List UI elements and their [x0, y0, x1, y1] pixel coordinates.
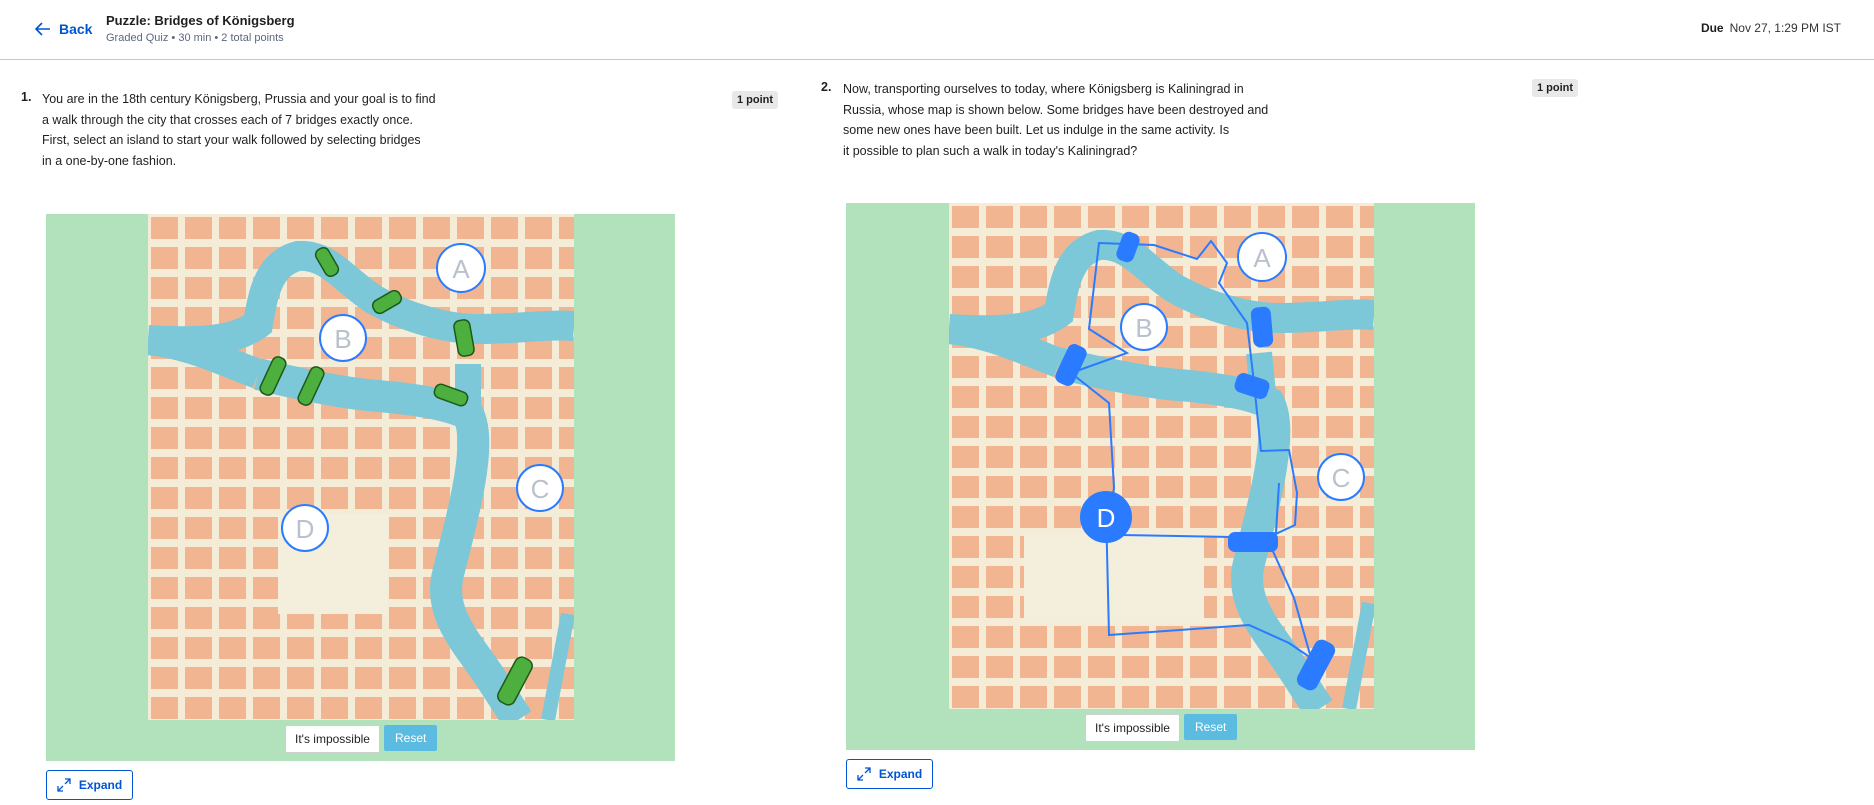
island-d-selected[interactable]: D	[1080, 491, 1132, 543]
svg-text:C: C	[1332, 463, 1351, 493]
question-2-prompt: Now, transporting ourselves to today, wh…	[843, 82, 1269, 158]
question-2-impossible-button[interactable]: It's impossible	[1085, 714, 1180, 742]
due-label: Due	[1700, 21, 1724, 35]
question-1-button-row: It's impossible Reset	[285, 725, 438, 753]
question-2-button-row: It's impossible Reset	[1085, 714, 1238, 742]
question-1-text: You are in the 18th century Königsberg, …	[42, 89, 462, 171]
expand-icon	[57, 778, 71, 792]
back-label: Back	[59, 21, 93, 37]
question-1-points-badge: 1 point	[732, 91, 779, 109]
top-header: Back Puzzle: Bridges of Königsberg Grade…	[0, 0, 1874, 60]
svg-text:B: B	[1135, 313, 1152, 343]
question-1-prompt: You are in the 18th century Königsberg, …	[42, 92, 436, 168]
svg-text:A: A	[452, 254, 470, 284]
arrow-left-icon	[34, 22, 50, 36]
question-2-expand-label: Expand	[878, 767, 923, 781]
question-2-points-badge: 1 point	[1532, 79, 1579, 97]
back-button[interactable]: Back	[34, 18, 92, 40]
question-1-number: 1.	[21, 90, 32, 104]
svg-text:A: A	[1253, 243, 1271, 273]
question-1-impossible-button[interactable]: It's impossible	[285, 725, 380, 753]
island-c[interactable]: C	[516, 464, 564, 512]
question-2-map[interactable]: A B C D	[949, 203, 1374, 709]
quiz-title-block: Puzzle: Bridges of Königsberg Graded Qui…	[106, 13, 295, 44]
question-1-expand-button[interactable]: Expand	[46, 770, 133, 800]
question-1-map[interactable]: A B C D	[148, 214, 574, 720]
island-a[interactable]: A	[1237, 232, 1287, 282]
question-2-number: 2.	[821, 80, 832, 94]
question-2-text: Now, transporting ourselves to today, wh…	[843, 79, 1283, 161]
due-date: Due Nov 27, 1:29 PM IST	[1701, 21, 1841, 35]
island-c[interactable]: C	[1317, 453, 1365, 501]
island-b[interactable]: B	[1120, 303, 1168, 351]
bridge-2[interactable]	[1250, 306, 1274, 348]
svg-text:B: B	[334, 324, 351, 354]
question-1-expand-label: Expand	[78, 778, 123, 792]
question-1-reset-button[interactable]: Reset	[383, 725, 438, 751]
island-a[interactable]: A	[436, 243, 486, 293]
bridge-5[interactable]	[1228, 532, 1278, 552]
island-b[interactable]: B	[319, 314, 367, 362]
question-2-reset-button[interactable]: Reset	[1183, 714, 1238, 740]
svg-text:D: D	[296, 514, 315, 544]
expand-icon	[857, 767, 871, 781]
quiz-meta: Graded Quiz • 30 min • 2 total points	[106, 32, 284, 44]
quiz-title: Puzzle: Bridges of Königsberg	[106, 13, 295, 28]
svg-text:C: C	[531, 474, 550, 504]
question-2-expand-button[interactable]: Expand	[846, 759, 933, 789]
svg-text:D: D	[1097, 503, 1116, 533]
due-value: Nov 27, 1:29 PM IST	[1729, 21, 1841, 35]
island-d[interactable]: D	[281, 504, 329, 552]
